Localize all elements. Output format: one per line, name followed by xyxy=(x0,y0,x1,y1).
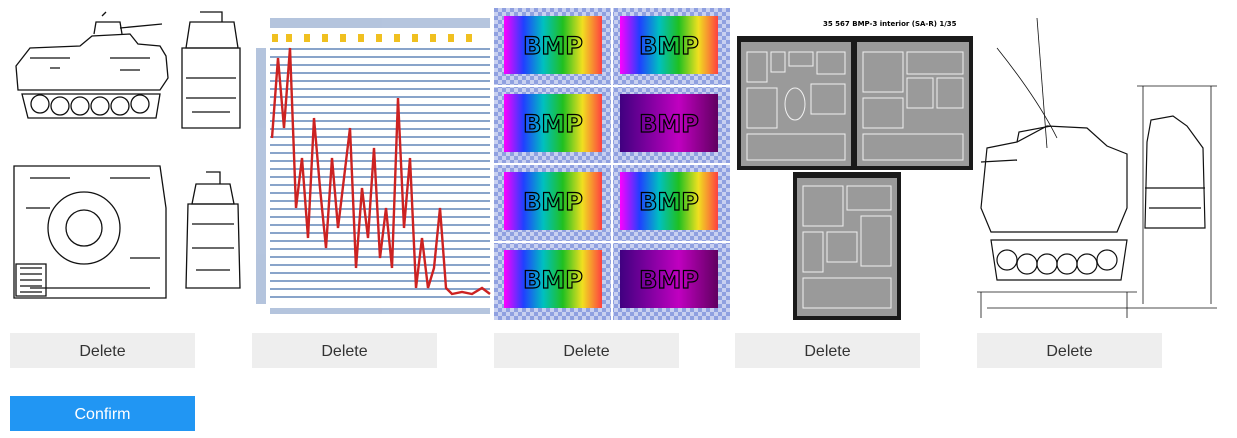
bmp-test-pattern-image: BMP BMP BMP BMP BMP BMP BMP BMP xyxy=(494,8,730,320)
delete-button[interactable]: Delete xyxy=(735,333,920,368)
chart-grid-image xyxy=(252,8,492,320)
bmp-line-drawing-image xyxy=(10,8,242,320)
image-tile-5: Delete xyxy=(977,8,1217,368)
bmp-tile-label: BMP xyxy=(639,110,699,138)
bmp-tile-label: BMP xyxy=(523,32,583,60)
image-tile-3: BMP BMP BMP BMP BMP BMP BMP BMP Delete xyxy=(494,8,730,368)
etch-sheet-title: 35 567 BMP-3 interior (SA-R) 1/35 xyxy=(823,20,957,28)
bmp-tile-label: BMP xyxy=(639,266,699,294)
image-tile-2: Delete xyxy=(252,8,492,368)
bmp-tile-label: BMP xyxy=(523,110,583,138)
confirm-button[interactable]: Confirm xyxy=(10,396,195,431)
bmp-tile-label: BMP xyxy=(523,266,583,294)
image-tile-4: 35 567 BMP-3 interior (SA-R) 1/35 Delete xyxy=(735,8,975,368)
image-gallery: Delete Delete BMP BMP BMP BMP BMP BMP BM… xyxy=(0,0,1237,438)
delete-button[interactable]: Delete xyxy=(252,333,437,368)
delete-button[interactable]: Delete xyxy=(10,333,195,368)
bmp-dimension-drawing-image xyxy=(977,8,1217,320)
bmp-tile-label: BMP xyxy=(639,32,699,60)
image-tile-1: Delete xyxy=(10,8,242,368)
delete-button[interactable]: Delete xyxy=(977,333,1162,368)
bmp-tile-label: BMP xyxy=(523,188,583,216)
photo-etch-sheet-image: 35 567 BMP-3 interior (SA-R) 1/35 xyxy=(735,8,975,320)
bmp-tile-label: BMP xyxy=(639,188,699,216)
delete-button[interactable]: Delete xyxy=(494,333,679,368)
